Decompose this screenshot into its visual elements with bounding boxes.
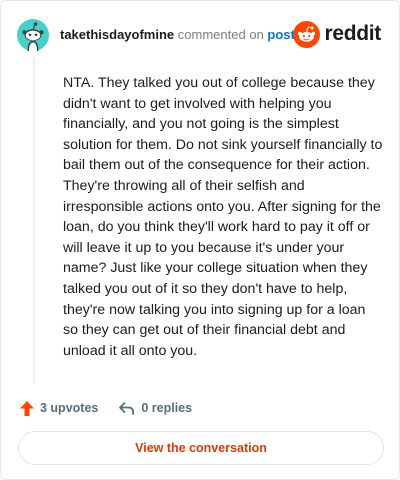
comment-meta: takethisdayofmine commented on post (60, 27, 295, 42)
post-link[interactable]: post (267, 27, 294, 42)
upvote-count: 3 upvotes (40, 401, 99, 415)
snoo-avatar-icon (17, 19, 49, 51)
view-conversation-button[interactable]: View the conversation (18, 431, 384, 465)
username-link[interactable]: takethisdayofmine (60, 27, 174, 42)
reply-button[interactable]: 0 replies (118, 401, 192, 416)
upvote-button[interactable]: 3 upvotes (19, 400, 98, 417)
avatar[interactable] (17, 19, 49, 51)
reply-count: 0 replies (141, 401, 193, 415)
comment-card: takethisdayofmine commented on post redd… (0, 0, 400, 480)
thread-line (33, 57, 35, 384)
upvote-arrow-icon (20, 400, 34, 416)
comment-body: NTA. They talked you out of college beca… (63, 75, 383, 359)
reddit-logo-icon (293, 20, 321, 48)
commented-on-text: commented on (177, 27, 264, 42)
comment-header: takethisdayofmine commented on post redd… (17, 19, 383, 51)
reddit-logo[interactable]: reddit (293, 20, 381, 48)
comment-actions: 3 upvotes 0 replies (19, 398, 192, 418)
reply-arrow-icon (119, 401, 135, 415)
reddit-wordmark: reddit (324, 22, 381, 45)
